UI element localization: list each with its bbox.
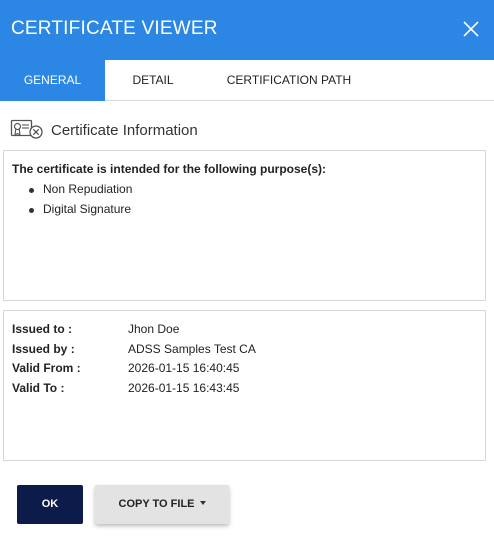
- purpose-heading: The certificate is intended for the foll…: [12, 162, 327, 176]
- bullet-icon: [29, 188, 34, 193]
- caret-down-icon: [199, 501, 206, 506]
- tab-general[interactable]: GENERAL: [0, 60, 105, 101]
- detail-label: Valid From :: [12, 361, 81, 375]
- certificate-icon: [10, 118, 44, 142]
- detail-value: 2026-01-15 16:40:45: [128, 361, 240, 375]
- purpose-item-label: Non Repudiation: [43, 182, 133, 196]
- tab-bar: GENERAL DETAIL CERTIFICATION PATH: [0, 60, 494, 101]
- detail-label: Issued to :: [12, 322, 73, 336]
- detail-value: ADSS Samples Test CA: [128, 341, 256, 356]
- purpose-panel: The certificate is intended for the foll…: [3, 150, 486, 301]
- detail-value: 2026-01-15 16:43:45: [128, 380, 240, 395]
- copy-to-file-label: COPY TO FILE: [118, 498, 195, 510]
- dialog-header: CERTIFICATE VIEWER: [0, 0, 494, 60]
- close-icon[interactable]: [460, 18, 482, 40]
- section-title: Certificate Information: [51, 122, 198, 139]
- list-item: Non Repudiation: [24, 180, 132, 200]
- certificate-details-panel: Issued to : Jhon Doe Issued by : ADSS Sa…: [3, 310, 486, 461]
- purpose-list: Non Repudiation Digital Signature: [24, 180, 132, 219]
- detail-label: Valid To :: [12, 380, 65, 395]
- detail-label: Issued by :: [12, 341, 75, 356]
- purpose-item-label: Digital Signature: [43, 201, 132, 216]
- copy-to-file-button[interactable]: COPY TO FILE: [95, 485, 229, 524]
- ok-button[interactable]: OK: [17, 485, 83, 524]
- bullet-icon: [29, 207, 34, 213]
- tab-detail[interactable]: DETAIL: [105, 60, 201, 101]
- tab-certification-path[interactable]: CERTIFICATION PATH: [201, 60, 377, 101]
- detail-value: Jhon Doe: [128, 322, 180, 336]
- list-item: Digital Signature: [24, 200, 132, 220]
- dialog-title: CERTIFICATE VIEWER: [11, 18, 218, 39]
